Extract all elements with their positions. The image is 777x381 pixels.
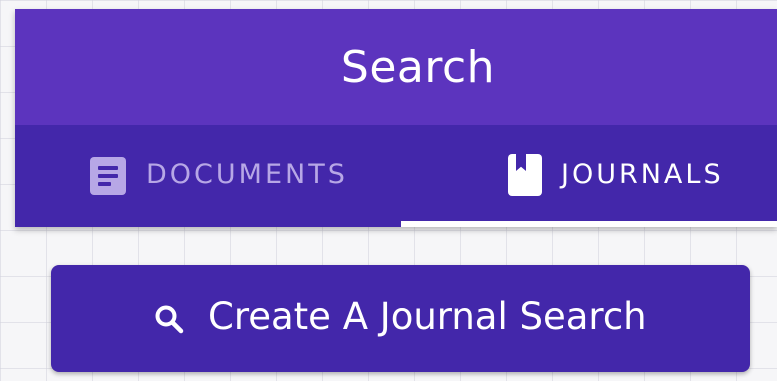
document-icon xyxy=(90,157,126,195)
tab-bar: DOCUMENTS JOURNALS xyxy=(15,125,777,227)
create-journal-search-button[interactable]: Create A Journal Search xyxy=(51,265,750,372)
title-row: Search xyxy=(15,9,777,125)
tab-journals[interactable]: JOURNALS xyxy=(401,125,777,227)
tab-documents[interactable]: DOCUMENTS xyxy=(15,125,401,227)
page-title: Search xyxy=(340,41,496,93)
create-journal-search-label: Create A Journal Search xyxy=(208,295,647,338)
active-tab-indicator xyxy=(401,221,777,227)
tab-journals-label: JOURNALS xyxy=(561,159,724,190)
search-icon xyxy=(155,305,184,334)
tab-documents-label: DOCUMENTS xyxy=(146,159,348,190)
app-bar: Search DOCUMENTS JOURNALS xyxy=(15,9,777,227)
book-icon xyxy=(508,154,542,196)
